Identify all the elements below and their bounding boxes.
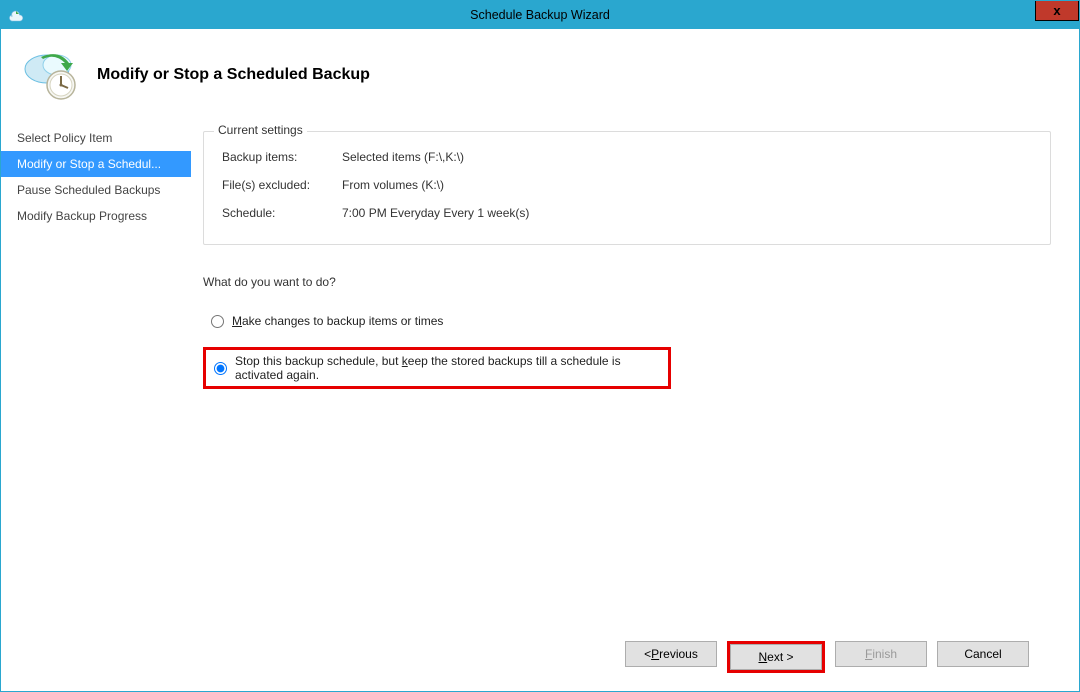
wizard-body: Select Policy Item Modify or Stop a Sche… [1, 119, 1079, 691]
radio-stop-schedule-input[interactable] [214, 362, 227, 375]
sidebar-item-select-policy[interactable]: Select Policy Item [1, 125, 191, 151]
wizard-content: Current settings Backup items: Selected … [191, 119, 1079, 691]
label-backup-items: Backup items: [222, 150, 342, 164]
row-schedule: Schedule: 7:00 PM Everyday Every 1 week(… [222, 206, 1032, 220]
row-backup-items: Backup items: Selected items (F:\,K:\) [222, 150, 1032, 164]
radio-stop-schedule-label[interactable]: Stop this backup schedule, but keep the … [235, 354, 660, 382]
title-bar[interactable]: Schedule Backup Wizard x [1, 1, 1079, 29]
value-schedule: 7:00 PM Everyday Every 1 week(s) [342, 206, 529, 220]
wizard-header: Modify or Stop a Scheduled Backup [1, 29, 1079, 119]
page-title: Modify or Stop a Scheduled Backup [97, 66, 370, 84]
radio-make-changes-input[interactable] [211, 315, 224, 328]
radio-group: Make changes to backup items or times St… [203, 309, 1051, 403]
next-button[interactable]: Next > [730, 644, 822, 670]
close-button[interactable]: x [1035, 1, 1079, 21]
radio-make-changes-label[interactable]: Make changes to backup items or times [232, 314, 443, 328]
question-label: What do you want to do? [203, 275, 1051, 289]
groupbox-legend: Current settings [214, 123, 307, 137]
finish-button: Finish [835, 641, 927, 667]
radio-option-stop-schedule[interactable]: Stop this backup schedule, but keep the … [203, 347, 671, 389]
wizard-icon [21, 45, 81, 105]
sidebar-item-progress[interactable]: Modify Backup Progress [1, 203, 191, 229]
button-bar: < Previous Next > Finish Cancel [203, 627, 1051, 691]
current-settings-group: Current settings Backup items: Selected … [203, 131, 1051, 245]
value-files-excluded: From volumes (K:\) [342, 178, 444, 192]
app-icon [7, 6, 25, 24]
sidebar-item-modify-stop[interactable]: Modify or Stop a Schedul... [1, 151, 191, 177]
cancel-button[interactable]: Cancel [937, 641, 1029, 667]
window-title: Schedule Backup Wizard [470, 8, 610, 22]
label-schedule: Schedule: [222, 206, 342, 220]
finish-button-wrap: Finish [835, 641, 927, 673]
cancel-button-wrap: Cancel [937, 641, 1029, 673]
wizard-window: Schedule Backup Wizard x Modify or Stop … [0, 0, 1080, 692]
sidebar-item-pause[interactable]: Pause Scheduled Backups [1, 177, 191, 203]
wizard-sidebar: Select Policy Item Modify or Stop a Sche… [1, 119, 191, 691]
row-files-excluded: File(s) excluded: From volumes (K:\) [222, 178, 1032, 192]
radio-option-make-changes[interactable]: Make changes to backup items or times [203, 309, 1051, 333]
next-button-wrap: Next > [727, 641, 825, 673]
previous-button[interactable]: < Previous [625, 641, 717, 667]
close-icon: x [1053, 4, 1060, 17]
value-backup-items: Selected items (F:\,K:\) [342, 150, 464, 164]
label-files-excluded: File(s) excluded: [222, 178, 342, 192]
previous-button-wrap: < Previous [625, 641, 717, 673]
